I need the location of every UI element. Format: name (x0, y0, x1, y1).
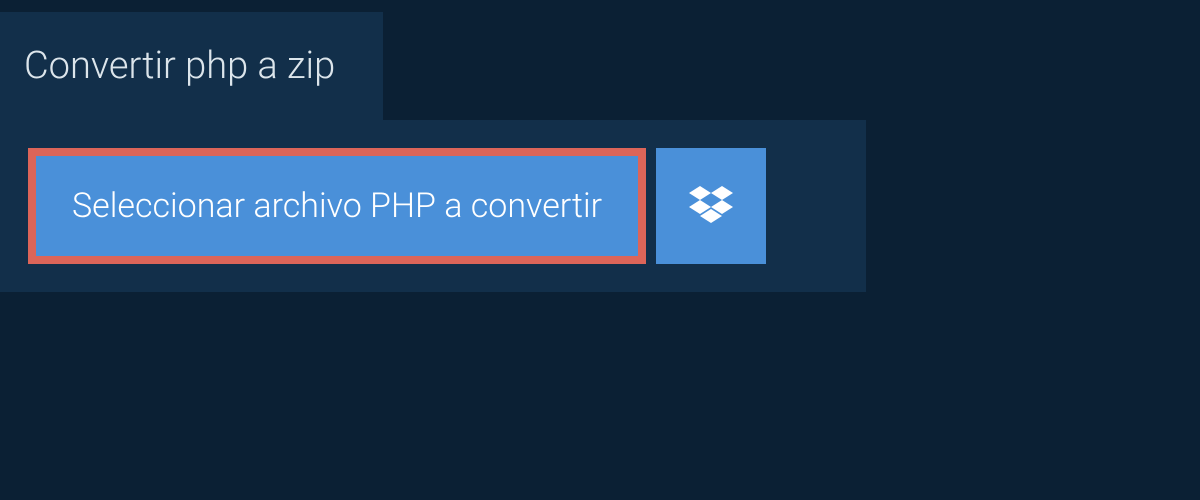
dropbox-icon (689, 186, 733, 226)
select-file-button[interactable]: Seleccionar archivo PHP a convertir (28, 148, 646, 264)
page-title: Convertir php a zip (24, 44, 335, 88)
dropbox-button[interactable] (656, 148, 766, 264)
button-row: Seleccionar archivo PHP a convertir (28, 148, 838, 264)
select-file-label: Seleccionar archivo PHP a convertir (72, 186, 602, 226)
tab-header: Convertir php a zip (0, 12, 383, 120)
content-panel: Seleccionar archivo PHP a convertir (0, 120, 866, 292)
